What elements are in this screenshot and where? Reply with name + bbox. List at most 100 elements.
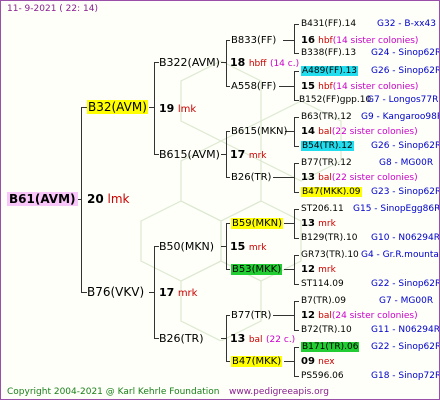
gen4-name[interactable]: B129(TR).10 xyxy=(301,233,357,243)
gen3-queen-1[interactable]: B833(FF) xyxy=(231,34,276,47)
gen4-name[interactable]: B431(FF).14 xyxy=(301,19,356,29)
gen3-name[interactable]: B26(TR) xyxy=(231,172,271,183)
gen3-queen-3[interactable]: B615(MKN) xyxy=(231,125,287,138)
connector xyxy=(226,131,230,132)
gen2-queen-1[interactable]: B322(AVM) xyxy=(159,56,220,69)
gen3-name[interactable]: B77(TR) xyxy=(231,310,271,321)
gen4-queen[interactable]: ST206.11 xyxy=(301,203,344,216)
gen2-code: hbff xyxy=(248,59,267,69)
connector xyxy=(294,284,299,285)
pedigree-frame: 11- 9-2021 ( 22: 14) B61(AVM) 20 lmk B32… xyxy=(0,0,440,400)
gen4-name[interactable]: ST206.11 xyxy=(301,204,344,214)
gen3-queen-6[interactable]: B53(MKK) xyxy=(231,263,283,276)
gen2-queen-4[interactable]: B26(TR) xyxy=(159,332,204,345)
gen4-group: G8 - MG00R xyxy=(379,158,434,168)
gen4-queen[interactable]: B47(MKK).09 xyxy=(301,186,362,199)
website-link[interactable]: www.pedigreeapis.org xyxy=(229,386,329,399)
gen1-queen-2[interactable]: B76(VKV) xyxy=(87,286,144,299)
connector xyxy=(284,361,295,362)
connector xyxy=(294,163,299,164)
gen4-name[interactable]: B171(TR).06 xyxy=(301,342,360,352)
gen3-name[interactable]: B47(MKK) xyxy=(231,356,283,367)
gen4-name[interactable]: B47(MKK).09 xyxy=(301,187,362,197)
gen4-group: G32 - B-xx43 xyxy=(377,19,436,29)
gen4-queen[interactable]: B431(FF).14 xyxy=(301,18,356,31)
connector xyxy=(149,107,155,108)
gen4-group: G22 - Sinop62R xyxy=(371,279,440,289)
gen4-queen[interactable]: B129(TR).10 xyxy=(301,232,357,245)
gen4-queen[interactable]: B171(TR).06 xyxy=(301,341,360,354)
gen2-name[interactable]: B322(AVM) xyxy=(159,56,220,69)
connector xyxy=(283,40,295,41)
gen4-name[interactable]: ST114.09 xyxy=(301,279,344,289)
gen4-group: G26 - Sinop62R xyxy=(371,66,440,76)
gen4-queen[interactable]: B63(TR).12 xyxy=(301,111,352,124)
gen4-queen[interactable]: B152(FF)gpp.10 xyxy=(299,94,371,107)
gen3-queen-5[interactable]: B59(MKN) xyxy=(231,217,284,230)
gen4-name[interactable]: B7(TR).09 xyxy=(301,296,346,306)
gen4-name[interactable]: B63(TR).12 xyxy=(301,112,352,122)
gen3-queen-7[interactable]: B77(TR) xyxy=(231,309,271,322)
gen3-year: 13 xyxy=(301,218,315,229)
gen4-queen[interactable]: B338(FF).13 xyxy=(301,47,356,60)
gen2-queen-3[interactable]: B50(MKN) xyxy=(159,240,214,253)
connector xyxy=(273,177,295,178)
gen3-queen-8[interactable]: B47(MKK) xyxy=(231,355,283,368)
gen4-name[interactable]: B72(TR).10 xyxy=(301,325,352,335)
gen4-name[interactable]: B338(FF).13 xyxy=(301,48,356,58)
gen4-queen[interactable]: B77(TR).12 xyxy=(301,157,352,170)
gen3-note: (22 sister colonies) xyxy=(331,127,418,137)
gen3-year: 16 xyxy=(301,35,315,46)
gen3-queen-4[interactable]: B26(TR) xyxy=(231,171,271,184)
gen4-name[interactable]: A489(FF).13 xyxy=(301,66,359,76)
connector xyxy=(294,24,295,53)
gen4-name[interactable]: PS596.06 xyxy=(301,371,344,381)
gen3-queen-2[interactable]: A558(FF) xyxy=(231,80,276,93)
connector xyxy=(279,86,295,87)
gen2-name[interactable]: B615(AVM) xyxy=(159,148,220,161)
gen3-name[interactable]: B59(MKN) xyxy=(231,218,284,229)
gen4-queen[interactable]: B7(TR).09 xyxy=(301,295,346,308)
gen3-code: bal xyxy=(318,127,332,137)
gen4-queen[interactable]: GR73(TR).10 xyxy=(301,249,359,262)
gen3-code: mrk xyxy=(318,265,336,275)
gen1-queen-1[interactable]: B32(AVM) xyxy=(87,100,148,114)
gen1-name[interactable]: B76(VKV) xyxy=(87,285,144,299)
copyright-text: Copyright 2004-2021 @ Karl Kehrle Founda… xyxy=(7,387,220,397)
gen4-queen[interactable]: PS596.06 xyxy=(301,370,344,383)
gen1-name[interactable]: B32(AVM) xyxy=(87,100,148,114)
root-meta: 20 lmk xyxy=(87,193,130,206)
gen4-group: G26 - Sinop62R xyxy=(371,141,440,151)
gen4-queen[interactable]: ST114.09 xyxy=(301,278,344,291)
connector xyxy=(81,107,82,293)
gen3-year: 15 xyxy=(301,81,315,92)
gen4-group: G22 - Sinop62R xyxy=(371,342,440,352)
connector xyxy=(294,71,299,72)
gen2-queen-2[interactable]: B615(AVM) xyxy=(159,148,220,161)
gen4-name[interactable]: B77(TR).12 xyxy=(301,158,352,168)
gen4-queen[interactable]: B54(TR).12 xyxy=(301,140,354,153)
gen2-name[interactable]: B50(MKN) xyxy=(159,240,214,253)
gen4-queen[interactable]: B72(TR).10 xyxy=(301,324,352,337)
gen4-name[interactable]: B152(FF)gpp.10 xyxy=(299,95,371,105)
gen2-year: 15 xyxy=(230,240,246,253)
gen3-code: nex xyxy=(318,357,335,367)
connector xyxy=(284,223,295,224)
gen4-name[interactable]: GR73(TR).10 xyxy=(301,250,359,260)
connector xyxy=(226,269,230,270)
connector xyxy=(226,315,230,316)
gen3-note: (22 sister colonies) xyxy=(331,173,418,183)
connector xyxy=(294,192,299,193)
gen2-name[interactable]: B26(TR) xyxy=(159,332,204,345)
gen3-name[interactable]: B53(MKK) xyxy=(231,264,283,275)
gen4-queen[interactable]: A489(FF).13 xyxy=(301,65,359,78)
gen3-name[interactable]: B833(FF) xyxy=(231,35,276,46)
gen3-name[interactable]: B615(MKN) xyxy=(231,126,287,137)
gen3-name[interactable]: A558(FF) xyxy=(231,81,276,92)
gen3-meta-8: 09 nex xyxy=(301,355,335,369)
gen4-name[interactable]: B54(TR).12 xyxy=(301,141,354,151)
gen4-group: G9 - Kangaroo98R xyxy=(361,112,440,122)
connector xyxy=(226,40,230,41)
root-name[interactable]: B61(AVM) xyxy=(7,192,78,206)
root-queen[interactable]: B61(AVM) xyxy=(7,192,78,206)
